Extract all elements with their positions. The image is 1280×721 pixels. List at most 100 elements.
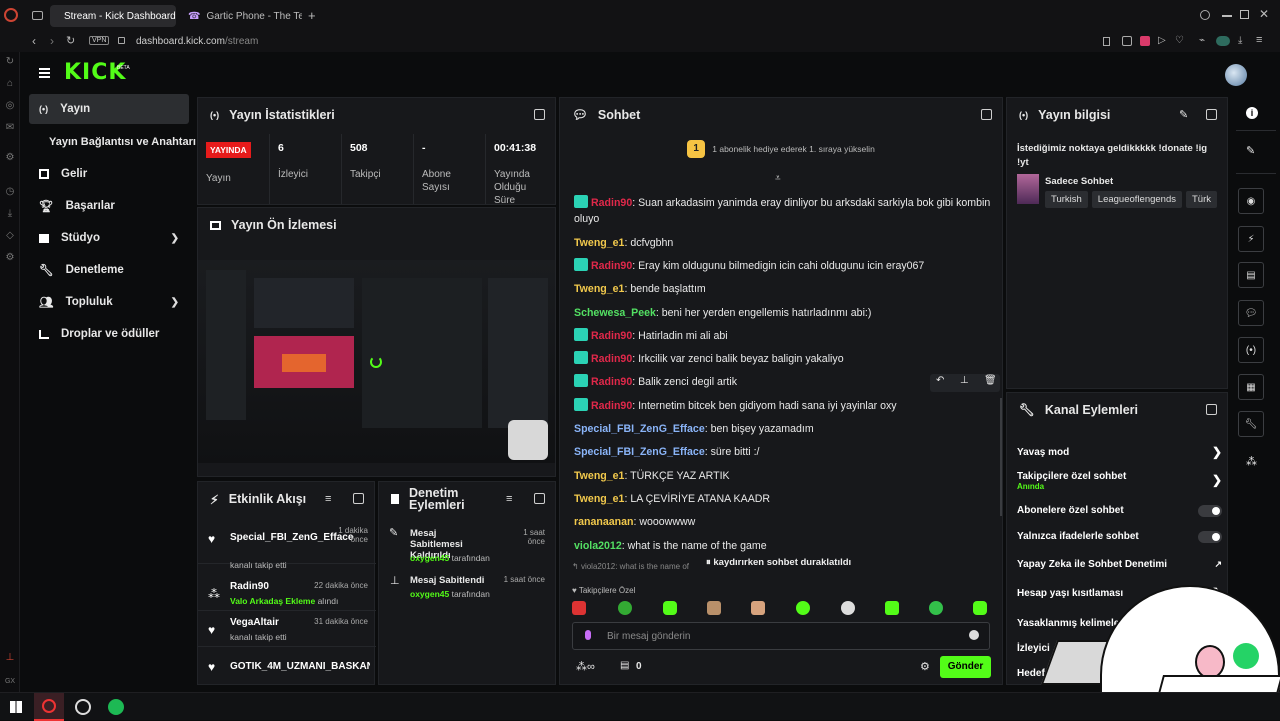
chat-username[interactable]: Radin90: [591, 330, 632, 342]
chat-input[interactable]: Bir mesaj gönderin: [572, 622, 990, 650]
browser-tab-kick[interactable]: Stream - Kick Dashboard: [50, 5, 176, 27]
back-icon[interactable]: ‹: [32, 34, 36, 48]
emote[interactable]: [618, 601, 632, 615]
emote[interactable]: [572, 601, 586, 615]
nav-item-stream-key[interactable]: Yayın Bağlantısı ve Anahtarı: [39, 127, 199, 157]
preview-video[interactable]: [198, 260, 555, 463]
emote-only-row[interactable]: Yalnızca ifadelerle sohbet: [1017, 531, 1222, 559]
chat-username[interactable]: Special_FBI_ZenG_Efface: [574, 446, 705, 458]
chat-message[interactable]: Tweng_e1: LA ÇEVİRİYE ATANA KAADR: [574, 491, 994, 507]
focus-icon[interactable]: ◉: [1238, 188, 1264, 214]
chat-username[interactable]: Tweng_e1: [574, 470, 624, 482]
chat-message[interactable]: viola2012: what is the name of the game: [574, 538, 994, 554]
nav-item-stream[interactable]: (•) Yayın: [29, 94, 189, 124]
chat-username[interactable]: Radin90: [591, 376, 632, 388]
obs-taskbar-icon[interactable]: [75, 699, 91, 715]
profile-icon[interactable]: [1216, 36, 1230, 46]
nav-item-drops[interactable]: Droplar ve ödüller: [29, 319, 189, 349]
vpn-badge[interactable]: VPN: [89, 36, 110, 45]
windows-start-icon[interactable]: [10, 701, 22, 713]
mic-icon[interactable]: [585, 630, 591, 640]
chat-message[interactable]: Radin90: Irkcilik var zenci balik beyaz …: [574, 351, 994, 367]
followers-only-row[interactable]: Takipçilere özel sohbet Anında ❯: [1017, 471, 1222, 499]
bookmark-icon[interactable]: [1103, 37, 1110, 46]
cube-icon[interactable]: ◇: [4, 230, 16, 242]
chat-username[interactable]: Radin90: [591, 353, 632, 365]
chat-username[interactable]: Radin90: [591, 260, 632, 272]
subscribers-only-row[interactable]: Abonelere özel sohbet: [1017, 505, 1222, 533]
popout-icon[interactable]: [534, 109, 545, 120]
store-icon[interactable]: ▤: [620, 660, 629, 671]
bolt-icon[interactable]: ⚡︎: [1238, 226, 1264, 252]
emote[interactable]: [751, 601, 765, 615]
opera-logo-icon[interactable]: [4, 8, 18, 22]
home-icon[interactable]: ⌂: [4, 78, 16, 90]
chat-username[interactable]: Schewesa_Peek: [574, 307, 656, 319]
gear-icon[interactable]: ⚙: [4, 252, 16, 264]
emote[interactable]: [929, 601, 943, 615]
chat-username[interactable]: Tweng_e1: [574, 493, 624, 505]
emote[interactable]: [663, 601, 677, 615]
pencil-icon[interactable]: ✎: [1246, 144, 1255, 157]
popout-icon[interactable]: [981, 109, 992, 120]
edit-icon[interactable]: ✎: [1179, 108, 1188, 121]
gx-icon[interactable]: GX: [4, 676, 16, 688]
pin-message-icon[interactable]: ⊥: [960, 375, 969, 386]
chat-message[interactable]: Special_FBI_ZenG_Efface: ben bişey yazam…: [574, 421, 994, 437]
play-icon[interactable]: ▷: [1158, 35, 1166, 46]
reload-icon[interactable]: ↻: [66, 34, 75, 47]
popout-icon[interactable]: [534, 493, 545, 504]
url-field[interactable]: dashboard.kick.com/stream: [136, 36, 258, 47]
subscribers-only-toggle[interactable]: [1198, 505, 1222, 517]
chat-username[interactable]: Tweng_e1: [574, 283, 624, 295]
popout-icon[interactable]: [1206, 109, 1217, 120]
shield-icon[interactable]: [1140, 36, 1150, 46]
history-icon[interactable]: ↻: [4, 56, 16, 68]
chat-username[interactable]: Radin90: [591, 400, 632, 412]
menu-icon[interactable]: ≡: [1256, 34, 1262, 46]
points-icon[interactable]: ⁂: [1246, 455, 1257, 468]
chat-message[interactable]: Radin90: Hatirladin mi ali abi: [574, 328, 994, 344]
emoji-icon[interactable]: [969, 630, 979, 640]
popout-icon[interactable]: [1206, 404, 1217, 415]
user-avatar[interactable]: [1225, 64, 1247, 86]
emote[interactable]: [973, 601, 987, 615]
chat-username[interactable]: viola2012: [574, 540, 622, 552]
document-icon[interactable]: ▤: [1238, 262, 1264, 288]
chat-message[interactable]: Tweng_e1: dcfvgbhn: [574, 235, 994, 251]
minimize-icon[interactable]: [1222, 15, 1232, 17]
clock-icon[interactable]: ◷: [4, 186, 16, 198]
tab-switcher-icon[interactable]: [32, 11, 43, 20]
pin-icon[interactable]: ⊥: [4, 652, 16, 664]
chat-icon[interactable]: 💬︎: [1238, 300, 1264, 326]
heart-toolbar-icon[interactable]: ♡: [1175, 35, 1184, 46]
chat-message[interactable]: Tweng_e1: bende başlattım: [574, 281, 994, 297]
delete-icon[interactable]: 🗑︎: [984, 375, 997, 386]
category-name[interactable]: Sadece Sohbet: [1045, 176, 1113, 187]
chat-username[interactable]: rananaanan: [574, 516, 633, 528]
sub-goal-banner[interactable]: 1 1 abonelik hediye ederek 1. sıraya yük…: [560, 140, 1002, 166]
messenger-icon[interactable]: ◎: [4, 100, 16, 112]
search-tabs-icon[interactable]: [1200, 10, 1210, 20]
emote[interactable]: [796, 601, 810, 615]
studio-icon[interactable]: ▦: [1238, 374, 1264, 400]
chat-message[interactable]: Tweng_e1: TÜRKÇE YAZ ARTIK: [574, 468, 994, 484]
downloads-icon[interactable]: ⤓: [4, 208, 16, 220]
chat-message[interactable]: Radin90: Suan arkadasim yanimda eray din…: [574, 195, 994, 227]
collapse-icon[interactable]: ⩡: [775, 173, 781, 184]
settings-icon[interactable]: ⚙: [4, 152, 16, 164]
spotify-taskbar-icon[interactable]: [108, 699, 124, 715]
chat-message[interactable]: Schewesa_Peek: beni her yerden engellemi…: [574, 305, 994, 321]
chat-paused-notice[interactable]: ⏸ kaydırırken sohbet duraklatıldı: [706, 557, 851, 568]
close-window-icon[interactable]: ✕: [1259, 7, 1269, 21]
info-icon[interactable]: i: [1246, 107, 1258, 119]
chat-message[interactable]: rananaanan: wooowwww: [574, 514, 994, 530]
chat-message[interactable]: Radin90: Eray kim oldugunu bilmedigin ic…: [574, 258, 994, 274]
emote[interactable]: [707, 601, 721, 615]
opera-gx-taskbar-icon[interactable]: [34, 693, 64, 721]
chat-message[interactable]: Special_FBI_ZenG_Efface: süre bitti :/: [574, 444, 994, 460]
points-icon[interactable]: ⁂∞: [576, 660, 595, 673]
nav-item-moderation[interactable]: 🔧︎ Denetleme: [29, 255, 189, 285]
reply-icon[interactable]: ↶: [936, 375, 944, 386]
chat-username[interactable]: Tweng_e1: [574, 237, 624, 249]
